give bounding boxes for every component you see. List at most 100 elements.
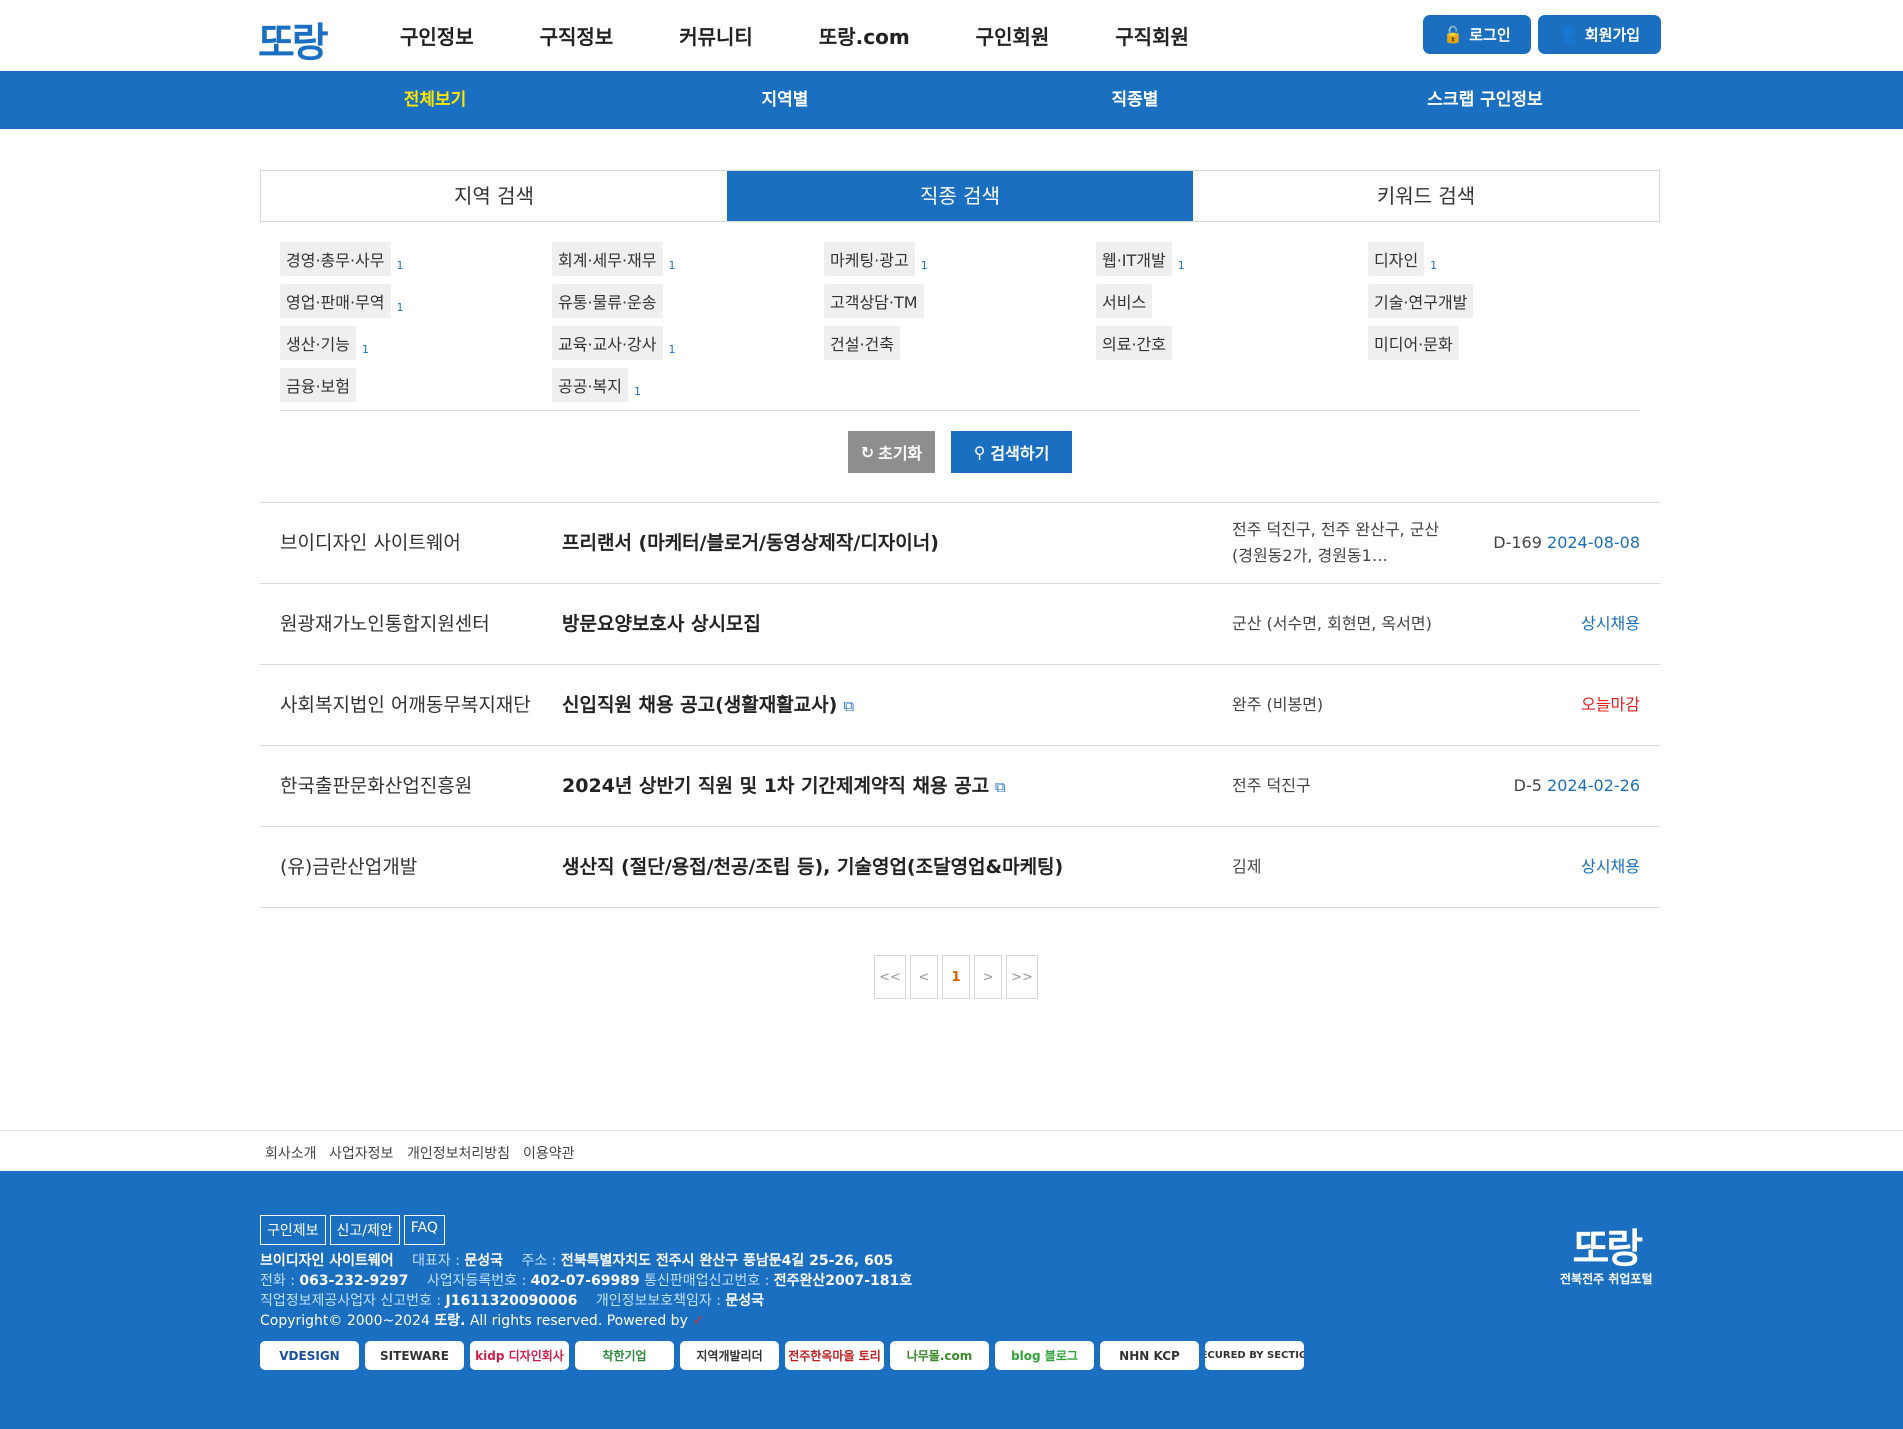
footer-buttons: 구인제보 신고/제안 FAQ [260, 1215, 445, 1245]
job-row[interactable]: 브이디자인 사이트웨어 프리랜서 (마케터/블로거/동영상제작/디자이너) 전주… [260, 503, 1660, 584]
nav-item-community[interactable]: 커뮤니티 [679, 21, 753, 50]
nav-item-job-offers[interactable]: 구인정보 [400, 21, 474, 50]
job-row[interactable]: 한국출판문화산업진흥원 2024년 상반기 직원 및 1차 기간제계약직 채용 … [260, 746, 1660, 827]
subnav-scrap[interactable]: 스크랩 구인정보 [1310, 71, 1660, 129]
faq-button[interactable]: FAQ [403, 1215, 445, 1245]
category-item[interactable]: 디자인 1 [1368, 242, 1437, 276]
job-company[interactable]: 원광재가노인통합지원센터 [280, 584, 490, 664]
search-button[interactable]: ⚲ 검색하기 [951, 431, 1072, 473]
job-title[interactable]: 방문요양보호사 상시모집 [562, 584, 761, 664]
subnav-region[interactable]: 지역별 [610, 71, 960, 129]
refresh-icon: ↻ [860, 442, 875, 462]
page-current[interactable]: 1 [942, 955, 970, 999]
job-company[interactable]: (유)금란산업개발 [280, 827, 417, 907]
category-item[interactable]: 회계·세무·재무 1 [552, 242, 676, 276]
category-item[interactable]: 기술·연구개발 [1368, 284, 1479, 318]
search-label: 검색하기 [990, 444, 1050, 463]
job-company[interactable]: 사회복지법인 어깨동무복지재단 [280, 665, 531, 745]
reset-label: 초기화 [878, 444, 923, 463]
job-location: 전주 덕진구 [1232, 776, 1311, 795]
category-item[interactable]: 생산·기능 1 [280, 326, 369, 360]
login-label: 로그인 [1469, 26, 1511, 44]
pagination: << < 1 > >> [874, 955, 1038, 999]
badge-sectigo[interactable]: SECURED BY SECTIGO [1205, 1341, 1304, 1370]
footer-link-terms[interactable]: 이용약관 [523, 1143, 575, 1163]
search-tabs: 지역 검색 직종 검색 키워드 검색 [260, 170, 1660, 222]
job-list: 브이디자인 사이트웨어 프리랜서 (마케터/블로거/동영상제작/디자이너) 전주… [260, 502, 1660, 908]
signup-label: 회원가입 [1584, 26, 1641, 44]
badge-region-leader[interactable]: 지역개발리더 [680, 1341, 779, 1370]
tab-keyword-search[interactable]: 키워드 검색 [1193, 171, 1659, 221]
login-button[interactable]: 🔓 로그인 [1423, 15, 1531, 54]
badge-kidp[interactable]: kidp 디자인회사 [470, 1341, 569, 1370]
job-row[interactable]: (유)금란산업개발 생산직 (절단/용접/천공/조립 등), 기술영업(조달영업… [260, 827, 1660, 908]
tab-job-type-search[interactable]: 직종 검색 [727, 171, 1193, 221]
page-first-button[interactable]: << [874, 955, 906, 999]
subnav-all[interactable]: 전체보기 [260, 71, 610, 129]
nav-item-employer-members[interactable]: 구인회원 [976, 21, 1050, 50]
nav-item-job-seekers[interactable]: 구직정보 [540, 21, 614, 50]
footer-link-privacy[interactable]: 개인정보처리방침 [407, 1143, 510, 1163]
category-item[interactable]: 건설·건축 [824, 326, 906, 360]
job-deadline: D-5 2024-02-26 [1513, 776, 1640, 795]
nav-item-ttorang-com[interactable]: 또랑.com [819, 21, 910, 50]
job-title[interactable]: 생산직 (절단/용접/천공/조립 등), 기술영업(조달영업&마케팅) [562, 827, 1063, 907]
job-deadline: D-169 2024-08-08 [1493, 533, 1640, 552]
badge-namumall[interactable]: 나무몰.com [890, 1341, 989, 1370]
signup-button[interactable]: 👤 회원가입 [1538, 15, 1661, 54]
job-deadline: 상시채용 [1581, 857, 1640, 876]
category-item[interactable]: 서비스 [1096, 284, 1158, 318]
job-row[interactable]: 사회복지법인 어깨동무복지재단 신입직원 채용 공고(생활재활교사) ⧉ 완주 (… [260, 665, 1660, 746]
category-item[interactable]: 의료·간호 [1096, 326, 1178, 360]
job-location: 군산 (서수면, 회현면, 옥서면) [1232, 614, 1432, 633]
page-prev-button[interactable]: < [910, 955, 938, 999]
badge-nhn-kcp[interactable]: NHN KCP [1100, 1341, 1199, 1370]
user-add-icon: 👤 [1558, 25, 1579, 44]
lock-icon: 🔓 [1443, 25, 1464, 44]
job-location: 김제 [1232, 857, 1262, 876]
footer: 구인제보 신고/제안 FAQ 브이디자인 사이트웨어 대표자 : 문성국 주소 … [0, 1171, 1903, 1429]
badge-good-company[interactable]: 착한기업 [575, 1341, 674, 1370]
job-location: 전주 덕진구, 전주 완산구, 군산 (경원동2가, 경원동1… [1232, 520, 1440, 565]
partner-badges: VDESIGN SITEWARE kidp 디자인회사 착한기업 지역개발리더 … [260, 1341, 1304, 1370]
footer-link-business-info[interactable]: 사업자정보 [329, 1143, 393, 1163]
footer-link-about[interactable]: 회사소개 [265, 1143, 317, 1163]
report-job-button[interactable]: 구인제보 [260, 1215, 326, 1245]
page-next-button[interactable]: > [974, 955, 1002, 999]
badge-blog[interactable]: blog 블로그 [995, 1341, 1094, 1370]
job-title[interactable]: 신입직원 채용 공고(생활재활교사) ⧉ [562, 665, 854, 746]
copyright: Copyright© 2000~2024 [260, 1313, 430, 1329]
divider [280, 410, 1640, 411]
category-item[interactable]: 공공·복지 1 [552, 368, 641, 402]
job-row[interactable]: 원광재가노인통합지원센터 방문요양보호사 상시모집 군산 (서수면, 회현면, … [260, 584, 1660, 665]
nav-item-seeker-members[interactable]: 구직회원 [1115, 21, 1189, 50]
badge-siteware[interactable]: SITEWARE [365, 1341, 464, 1370]
subnav-job-type[interactable]: 직종별 [960, 71, 1310, 129]
tab-region-search[interactable]: 지역 검색 [261, 171, 727, 221]
category-item[interactable]: 교육·교사·강사 1 [552, 326, 676, 360]
category-item[interactable]: 영업·판매·무역 1 [280, 284, 404, 318]
footer-links: 회사소개 사업자정보 개인정보처리방침 이용약관 [0, 1130, 1903, 1171]
job-deadline: 상시채용 [1581, 614, 1640, 633]
category-item[interactable]: 유통·물류·운송 [552, 284, 669, 318]
job-deadline: 오늘마감 [1581, 695, 1640, 714]
category-item[interactable]: 마케팅·광고 1 [824, 242, 928, 276]
category-item[interactable]: 고객상담·TM [824, 284, 930, 318]
category-item[interactable]: 금융·보험 [280, 368, 362, 402]
page-last-button[interactable]: >> [1006, 955, 1038, 999]
job-title[interactable]: 2024년 상반기 직원 및 1차 기간제계약직 채용 공고 ⧉ [562, 746, 1006, 827]
header: 또랑 구인정보 구직정보 커뮤니티 또랑.com 구인회원 구직회원 🔓 로그인… [0, 0, 1903, 71]
site-logo[interactable]: 또랑 [258, 10, 329, 68]
badge-vdesign[interactable]: VDESIGN [260, 1341, 359, 1370]
report-suggest-button[interactable]: 신고/제안 [329, 1215, 400, 1245]
job-company[interactable]: 한국출판문화산업진흥원 [280, 746, 472, 826]
job-company[interactable]: 브이디자인 사이트웨어 [280, 503, 461, 583]
badge-jeonju-hanok[interactable]: 전주한옥마을 토리 [785, 1341, 884, 1370]
footer-logo: 또랑 전북전주 취업포털 [1560, 1225, 1653, 1286]
category-item[interactable]: 웹·IT개발 1 [1096, 242, 1185, 276]
job-title[interactable]: 프리랜서 (마케터/블로거/동영상제작/디자이너) [562, 503, 939, 583]
category-item[interactable]: 경영·총무·사무 1 [280, 242, 404, 276]
reset-button[interactable]: ↻ 초기화 [848, 431, 935, 473]
search-icon: ⚲ [973, 442, 986, 462]
category-item[interactable]: 미디어·문화 [1368, 326, 1465, 360]
